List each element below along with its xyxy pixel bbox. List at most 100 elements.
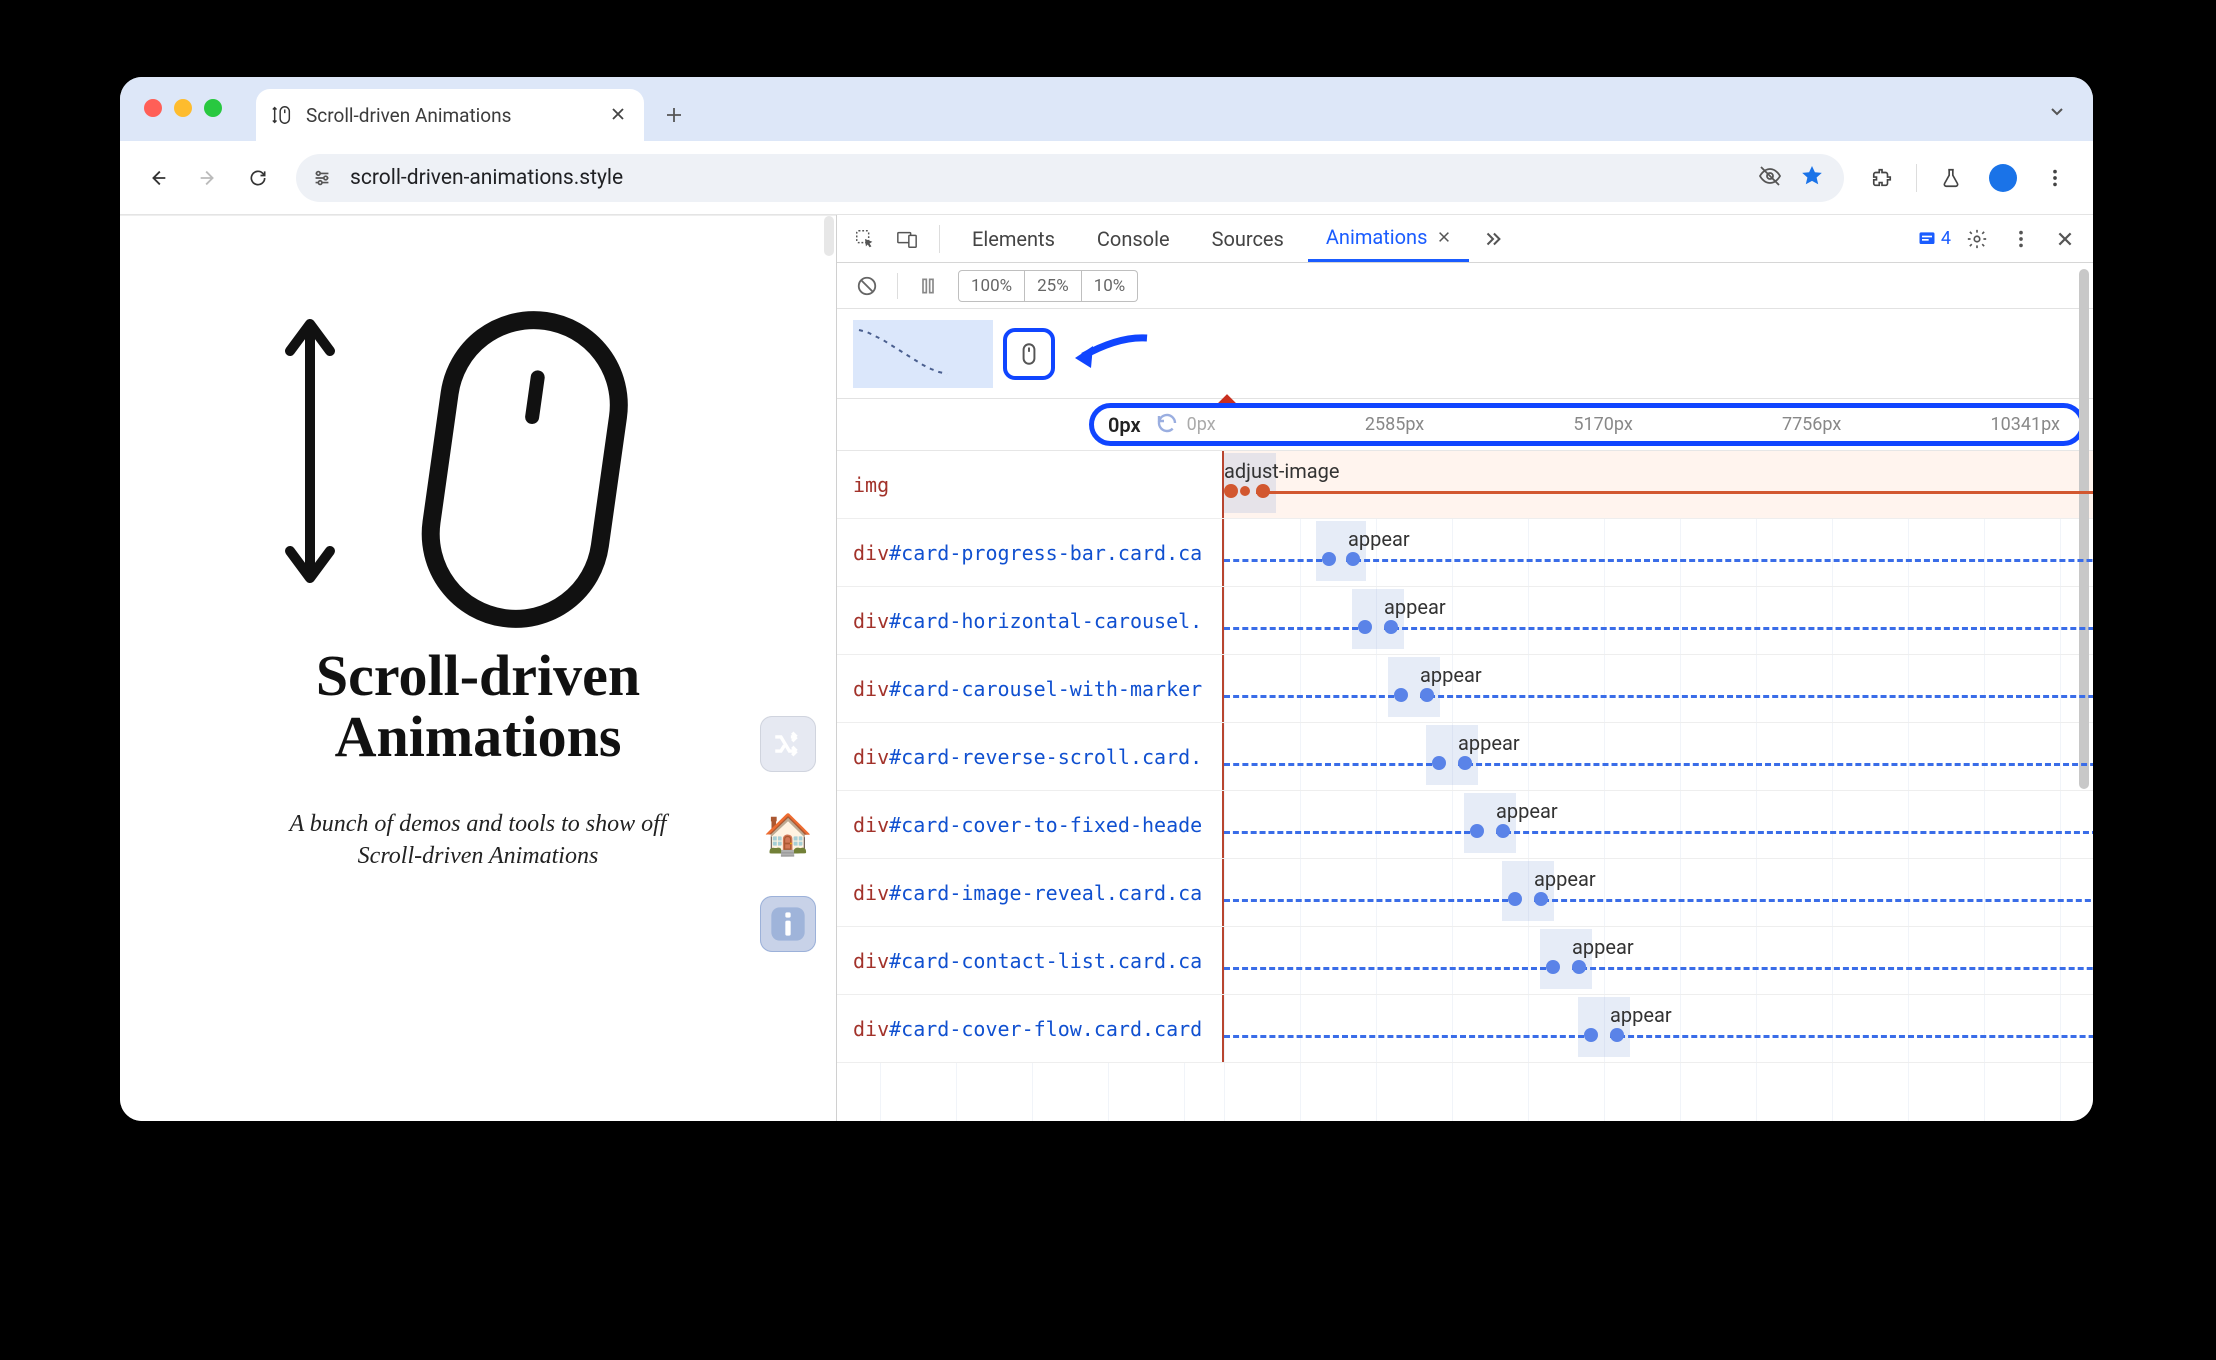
keyframe-start-icon[interactable] bbox=[1358, 620, 1372, 634]
animation-row[interactable]: div#card-progress-bar.card.caappear bbox=[837, 519, 2093, 587]
animation-track[interactable]: appear bbox=[1224, 723, 2093, 790]
keyframe-end-icon[interactable] bbox=[1610, 1028, 1624, 1042]
inspect-element-icon[interactable] bbox=[847, 221, 883, 257]
info-button[interactable] bbox=[760, 896, 816, 952]
tracking-blocked-icon[interactable] bbox=[1758, 164, 1782, 192]
bookmark-star-icon[interactable] bbox=[1800, 164, 1824, 192]
keyframe-end-icon[interactable] bbox=[1534, 892, 1548, 906]
new-tab-button[interactable] bbox=[658, 99, 690, 131]
devtools-tab-console[interactable]: Console bbox=[1079, 215, 1188, 262]
keyframe-start-icon[interactable] bbox=[1470, 824, 1484, 838]
labs-flask-icon[interactable] bbox=[1929, 156, 1973, 200]
clear-icon[interactable] bbox=[849, 268, 885, 304]
extensions-icon[interactable] bbox=[1860, 156, 1904, 200]
nav-back-button[interactable] bbox=[136, 156, 180, 200]
animation-list[interactable]: imgadjust-imagediv#card-progress-bar.car… bbox=[837, 451, 2093, 1121]
animation-track[interactable]: appear bbox=[1224, 995, 2093, 1062]
rewind-icon[interactable] bbox=[1155, 411, 1179, 439]
keyframe-start-icon[interactable] bbox=[1546, 960, 1560, 974]
keyframe-start-icon[interactable] bbox=[1394, 688, 1408, 702]
animation-selector: img bbox=[837, 451, 1224, 518]
shuffle-button[interactable] bbox=[760, 716, 816, 772]
animation-trail-line bbox=[1534, 899, 2093, 902]
animation-row[interactable]: div#card-horizontal-carousel.appear bbox=[837, 587, 2093, 655]
keyframe-mid-icon[interactable] bbox=[1240, 486, 1250, 496]
browser-menu-icon[interactable] bbox=[2033, 156, 2077, 200]
animation-track[interactable]: appear bbox=[1224, 791, 2093, 858]
devtools-tab-animations[interactable]: Animations bbox=[1308, 215, 1470, 262]
animation-track[interactable]: appear bbox=[1224, 927, 2093, 994]
keyframe-end-icon[interactable] bbox=[1256, 484, 1270, 498]
toolbar-divider bbox=[1916, 164, 1917, 192]
keyframe-start-icon[interactable] bbox=[1584, 1028, 1598, 1042]
animation-track[interactable]: adjust-image bbox=[1224, 451, 2093, 518]
page-scrollbar-icon bbox=[824, 216, 834, 256]
animation-track[interactable]: appear bbox=[1224, 587, 2093, 654]
nav-forward-button[interactable] bbox=[186, 156, 230, 200]
devtools-close-icon[interactable] bbox=[2047, 221, 2083, 257]
omnibox[interactable]: scroll-driven-animations.style bbox=[296, 154, 1844, 202]
devtools-tab-elements[interactable]: Elements bbox=[954, 215, 1073, 262]
animation-name-label: appear bbox=[1384, 595, 1446, 619]
animation-row[interactable]: div#card-cover-flow.card.cardappear bbox=[837, 995, 2093, 1063]
keyframe-start-icon[interactable] bbox=[1508, 892, 1522, 906]
device-toolbar-icon[interactable] bbox=[889, 221, 925, 257]
animation-row[interactable]: div#card-contact-list.card.caappear bbox=[837, 927, 2093, 995]
devtools-menu-icon[interactable] bbox=[2003, 221, 2039, 257]
site-settings-icon[interactable] bbox=[306, 162, 338, 194]
animation-row[interactable]: div#card-carousel-with-markerappear bbox=[837, 655, 2093, 723]
pause-icon[interactable] bbox=[910, 268, 946, 304]
speed-100-button[interactable]: 100% bbox=[958, 270, 1025, 302]
keyframe-end-icon[interactable] bbox=[1384, 620, 1398, 634]
animation-name-label: appear bbox=[1534, 867, 1596, 891]
animation-name-label: appear bbox=[1420, 663, 1482, 687]
window-close-button[interactable] bbox=[144, 99, 162, 117]
window-zoom-button[interactable] bbox=[204, 99, 222, 117]
keyframe-end-icon[interactable] bbox=[1572, 960, 1586, 974]
animation-track[interactable]: appear bbox=[1224, 655, 2093, 722]
keyframe-start-icon[interactable] bbox=[1432, 756, 1446, 770]
settings-gear-icon[interactable] bbox=[1959, 221, 1995, 257]
browser-toolbar: scroll-driven-animations.style bbox=[120, 141, 2093, 215]
ruler-highlight: 0px 0px 2585px 5170px 7756px 10341px bbox=[1089, 403, 2085, 446]
page-subtitle-line2: Scroll-driven Animations bbox=[358, 843, 599, 869]
issues-badge[interactable]: 4 bbox=[1917, 228, 1951, 249]
animation-row[interactable]: div#card-image-reveal.card.caappear bbox=[837, 859, 2093, 927]
close-icon[interactable] bbox=[1437, 225, 1451, 249]
animation-row[interactable]: imgadjust-image bbox=[837, 451, 2093, 519]
devtools-tab-sources[interactable]: Sources bbox=[1194, 215, 1302, 262]
keyframe-end-icon[interactable] bbox=[1458, 756, 1472, 770]
tab-close-icon[interactable] bbox=[610, 104, 630, 127]
scroll-driven-badge[interactable] bbox=[1003, 328, 1055, 380]
keyframe-end-icon[interactable] bbox=[1346, 552, 1360, 566]
divider bbox=[897, 273, 898, 299]
speed-25-button[interactable]: 25% bbox=[1025, 270, 1082, 302]
animation-selector: div#card-contact-list.card.ca bbox=[837, 927, 1224, 994]
animation-thumbnail[interactable] bbox=[853, 320, 993, 388]
window-minimize-button[interactable] bbox=[174, 99, 192, 117]
speed-10-button[interactable]: 10% bbox=[1082, 270, 1139, 302]
home-button[interactable]: 🏠 bbox=[760, 806, 816, 862]
playback-speed-group: 100% 25% 10% bbox=[958, 270, 1138, 302]
animation-trail-line bbox=[1496, 831, 2093, 834]
animation-track[interactable]: appear bbox=[1224, 859, 2093, 926]
browser-tab[interactable]: Scroll-driven Animations bbox=[256, 89, 644, 141]
ruler-current-position: 0px bbox=[1108, 413, 1141, 437]
animation-row[interactable]: div#card-cover-to-fixed-headeappear bbox=[837, 791, 2093, 859]
tab-overflow-button[interactable] bbox=[2041, 95, 2073, 127]
animation-track[interactable]: appear bbox=[1224, 519, 2093, 586]
ruler-tick-3: 7756px bbox=[1782, 414, 1841, 435]
animation-trail-line bbox=[1346, 559, 2093, 562]
animation-name-label: appear bbox=[1458, 731, 1520, 755]
keyframe-end-icon[interactable] bbox=[1496, 824, 1510, 838]
page-viewport[interactable]: Scroll-driven Animations A bunch of demo… bbox=[120, 215, 836, 1121]
nav-reload-button[interactable] bbox=[236, 156, 280, 200]
more-tabs-icon[interactable] bbox=[1475, 221, 1511, 257]
animation-name-label: appear bbox=[1610, 1003, 1672, 1027]
animation-trail-line bbox=[1610, 1035, 2093, 1038]
keyframe-end-icon[interactable] bbox=[1420, 688, 1434, 702]
keyframe-start-icon[interactable] bbox=[1224, 484, 1238, 498]
animation-row[interactable]: div#card-reverse-scroll.card.appear bbox=[837, 723, 2093, 791]
profile-avatar[interactable] bbox=[1981, 156, 2025, 200]
keyframe-start-icon[interactable] bbox=[1322, 552, 1336, 566]
